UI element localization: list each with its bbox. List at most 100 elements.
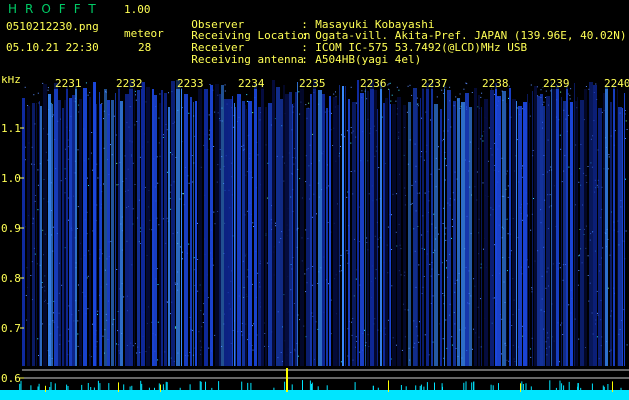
signal-column — [295, 92, 297, 366]
noise-dot — [429, 263, 431, 265]
noise-dot — [459, 93, 461, 95]
baseline-spike — [205, 381, 206, 390]
baseline-spike — [247, 382, 249, 390]
meteor-marker — [612, 381, 613, 392]
noise-dot — [395, 344, 397, 346]
info-key: Receiving antenna — [191, 53, 304, 66]
signal-column — [516, 101, 517, 366]
noise-dot — [560, 324, 562, 326]
noise-dot — [407, 85, 409, 87]
noise-dot — [85, 82, 87, 84]
baseline-spike — [148, 387, 150, 390]
baseline-spike — [123, 384, 125, 390]
signal-column — [254, 84, 257, 366]
baseline-spike — [577, 383, 579, 390]
noise-dot — [624, 138, 626, 139]
signal-column — [523, 102, 527, 366]
signal-column — [280, 99, 283, 366]
baseline-spike — [473, 381, 475, 390]
y-tick-label: 1.0 — [1, 172, 21, 185]
baseline-spike — [471, 382, 473, 390]
noise-dot — [37, 92, 39, 94]
baseline-spike — [465, 381, 467, 390]
signal-column — [79, 99, 82, 366]
noise-dot — [451, 336, 453, 338]
signal-column — [390, 104, 391, 366]
signal-column — [75, 86, 77, 366]
noise-dot — [97, 177, 99, 179]
baseline-spike — [165, 381, 167, 390]
noise-dot — [625, 178, 626, 180]
noise-dot — [209, 84, 211, 85]
baseline-spike — [559, 380, 561, 390]
signal-column — [64, 100, 66, 366]
noise-dot — [197, 222, 198, 224]
noise-dot — [597, 312, 598, 314]
noise-dot — [480, 96, 482, 98]
signal-column — [261, 84, 264, 366]
baseline-spike — [549, 380, 551, 390]
noise-dot — [340, 254, 342, 256]
noise-dot — [77, 333, 79, 335]
noise-dot — [25, 295, 27, 296]
noise-dot — [38, 355, 39, 356]
info-row-antenna: Receiving antenna: A504HB(yagi 4el) — [178, 40, 421, 66]
noise-dot — [78, 284, 79, 286]
baseline-spike — [400, 385, 402, 390]
signal-column — [171, 81, 175, 366]
baseline-spike — [38, 383, 40, 390]
noise-dot — [558, 361, 560, 363]
noise-dot — [76, 228, 78, 229]
spectrogram: kHz 1.1 1.0 0.9 0.8 0.7 0.6 2231 2232 2233 2234 223… — [0, 76, 629, 400]
noise-dot — [389, 82, 391, 84]
noise-dot — [333, 93, 335, 95]
noise-dot — [37, 338, 39, 340]
baseline-spike — [241, 381, 243, 390]
noise-dot — [252, 222, 254, 224]
signal-column — [563, 101, 566, 366]
noise-dot — [506, 270, 508, 272]
baseline-spike — [525, 383, 527, 390]
signal-column — [566, 85, 568, 366]
noise-dot — [625, 230, 627, 232]
info-value: A504HB(yagi 4el) — [315, 53, 422, 66]
noise-dot — [305, 104, 307, 106]
signal-column — [603, 93, 605, 366]
noise-dot — [578, 270, 580, 271]
noise-dot — [436, 96, 438, 98]
signal-column — [224, 99, 228, 366]
baseline-spike — [49, 387, 51, 390]
noise-dot — [479, 298, 481, 300]
signal-column — [32, 103, 35, 366]
signal-column — [36, 103, 37, 366]
noise-dot — [430, 119, 432, 121]
noise-dot — [174, 283, 176, 285]
noise-dot — [445, 239, 447, 241]
baseline-spike — [521, 381, 523, 390]
signal-column — [329, 96, 331, 366]
noise-dot — [116, 184, 118, 186]
noise-dot — [411, 184, 413, 186]
noise-dot — [27, 105, 29, 106]
baseline-spike — [620, 387, 622, 390]
time-label: 2237 — [421, 77, 448, 90]
baseline-spike — [66, 384, 68, 390]
y-tick-label: 1.1 — [1, 122, 21, 135]
noise-dot — [364, 329, 365, 331]
time-label: 2240 — [604, 77, 629, 90]
signal-column — [306, 108, 310, 366]
signal-column — [310, 94, 312, 366]
noise-dot — [465, 82, 467, 84]
noise-dot — [209, 138, 210, 140]
noise-dot — [350, 86, 352, 88]
noise-dot — [169, 152, 171, 154]
noise-dot — [387, 84, 389, 86]
noise-dot — [102, 335, 104, 337]
noise-dot — [87, 275, 89, 277]
baseline-spike — [309, 380, 311, 390]
baseline-spike — [317, 386, 319, 390]
time-label: 2236 — [360, 77, 387, 90]
noise-dot — [191, 329, 193, 331]
baseline-spike — [419, 385, 421, 390]
signal-column — [490, 90, 494, 366]
